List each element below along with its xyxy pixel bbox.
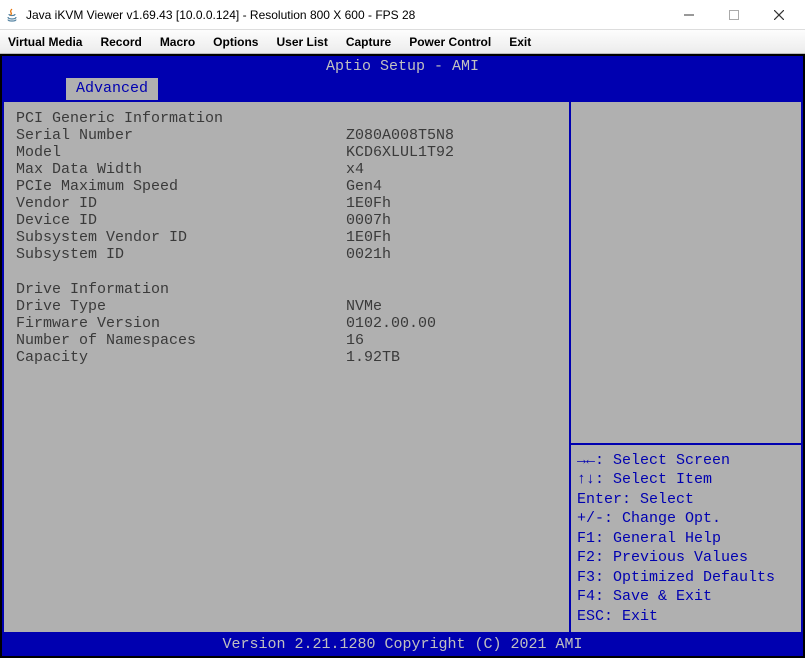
row-device-id: Device ID0007h (16, 212, 557, 229)
minimize-button[interactable] (666, 1, 711, 29)
value-capacity: 1.92TB (346, 349, 557, 366)
label-pcie-speed: PCIe Maximum Speed (16, 178, 346, 195)
help-f2: F2: Previous Values (577, 548, 795, 568)
row-model: ModelKCD6XLUL1T92 (16, 144, 557, 161)
drive-section-title: Drive Information (16, 281, 557, 298)
bios-container: Aptio Setup - AMI Advanced PCI Generic I… (0, 54, 805, 658)
bios-tabs: Advanced (2, 78, 803, 100)
value-vendor-id: 1E0Fh (346, 195, 557, 212)
bios-footer: Version 2.21.1280 Copyright (C) 2021 AMI (2, 634, 803, 656)
row-capacity: Capacity1.92TB (16, 349, 557, 366)
value-drive-type: NVMe (346, 298, 557, 315)
window-titlebar: Java iKVM Viewer v1.69.43 [10.0.0.124] -… (0, 0, 805, 30)
menu-macro[interactable]: Macro (160, 35, 195, 49)
label-capacity: Capacity (16, 349, 346, 366)
pci-section-title: PCI Generic Information (16, 110, 557, 127)
value-max-data-width: x4 (346, 161, 557, 178)
value-pcie-speed: Gen4 (346, 178, 557, 195)
value-subsys-id: 0021h (346, 246, 557, 263)
row-max-data-width: Max Data Widthx4 (16, 161, 557, 178)
section-spacer (16, 263, 557, 281)
bios-screen: Aptio Setup - AMI Advanced PCI Generic I… (2, 56, 803, 656)
label-serial-number: Serial Number (16, 127, 346, 144)
window-controls (666, 1, 801, 29)
help-f1: F1: General Help (577, 529, 795, 549)
label-subsys-vendor-id: Subsystem Vendor ID (16, 229, 346, 246)
help-enter: Enter: Select (577, 490, 795, 510)
bios-header: Aptio Setup - AMI (2, 56, 803, 78)
row-namespaces: Number of Namespaces16 (16, 332, 557, 349)
row-serial-number: Serial NumberZ080A008T5N8 (16, 127, 557, 144)
menubar: Virtual Media Record Macro Options User … (0, 30, 805, 54)
row-subsys-vendor-id: Subsystem Vendor ID1E0Fh (16, 229, 557, 246)
label-device-id: Device ID (16, 212, 346, 229)
help-f4: F4: Save & Exit (577, 587, 795, 607)
menu-power-control[interactable]: Power Control (409, 35, 491, 49)
bios-main-panel: PCI Generic Information Serial NumberZ08… (4, 102, 569, 632)
maximize-button[interactable] (711, 1, 756, 29)
label-model: Model (16, 144, 346, 161)
help-change-opt: +/-: Change Opt. (577, 509, 795, 529)
row-firmware: Firmware Version0102.00.00 (16, 315, 557, 332)
value-namespaces: 16 (346, 332, 557, 349)
row-pcie-speed: PCIe Maximum SpeedGen4 (16, 178, 557, 195)
label-namespaces: Number of Namespaces (16, 332, 346, 349)
row-drive-type: Drive TypeNVMe (16, 298, 557, 315)
label-max-data-width: Max Data Width (16, 161, 346, 178)
minimize-icon (684, 10, 694, 20)
close-button[interactable] (756, 1, 801, 29)
close-icon (774, 10, 784, 20)
menu-capture[interactable]: Capture (346, 35, 391, 49)
value-subsys-vendor-id: 1E0Fh (346, 229, 557, 246)
bios-help-top (571, 102, 801, 443)
label-vendor-id: Vendor ID (16, 195, 346, 212)
label-subsys-id: Subsystem ID (16, 246, 346, 263)
help-esc: ESC: Exit (577, 607, 795, 627)
label-drive-type: Drive Type (16, 298, 346, 315)
help-f3: F3: Optimized Defaults (577, 568, 795, 588)
value-firmware: 0102.00.00 (346, 315, 557, 332)
help-select-screen: →←: Select Screen (577, 451, 795, 471)
menu-record[interactable]: Record (100, 35, 141, 49)
bios-side-panel: →←: Select Screen ↑↓: Select Item Enter:… (569, 102, 801, 632)
menu-exit[interactable]: Exit (509, 35, 531, 49)
value-model: KCD6XLUL1T92 (346, 144, 557, 161)
row-vendor-id: Vendor ID1E0Fh (16, 195, 557, 212)
help-select-item: ↑↓: Select Item (577, 470, 795, 490)
bios-body: PCI Generic Information Serial NumberZ08… (2, 100, 803, 634)
menu-virtual-media[interactable]: Virtual Media (8, 35, 82, 49)
row-subsys-id: Subsystem ID0021h (16, 246, 557, 263)
java-icon (4, 7, 20, 23)
bios-help-keys: →←: Select Screen ↑↓: Select Item Enter:… (571, 443, 801, 633)
value-device-id: 0007h (346, 212, 557, 229)
value-serial-number: Z080A008T5N8 (346, 127, 557, 144)
menu-user-list[interactable]: User List (276, 35, 327, 49)
label-firmware: Firmware Version (16, 315, 346, 332)
window-title: Java iKVM Viewer v1.69.43 [10.0.0.124] -… (26, 8, 666, 22)
menu-options[interactable]: Options (213, 35, 258, 49)
tab-advanced[interactable]: Advanced (66, 78, 158, 100)
maximize-icon (729, 10, 739, 20)
